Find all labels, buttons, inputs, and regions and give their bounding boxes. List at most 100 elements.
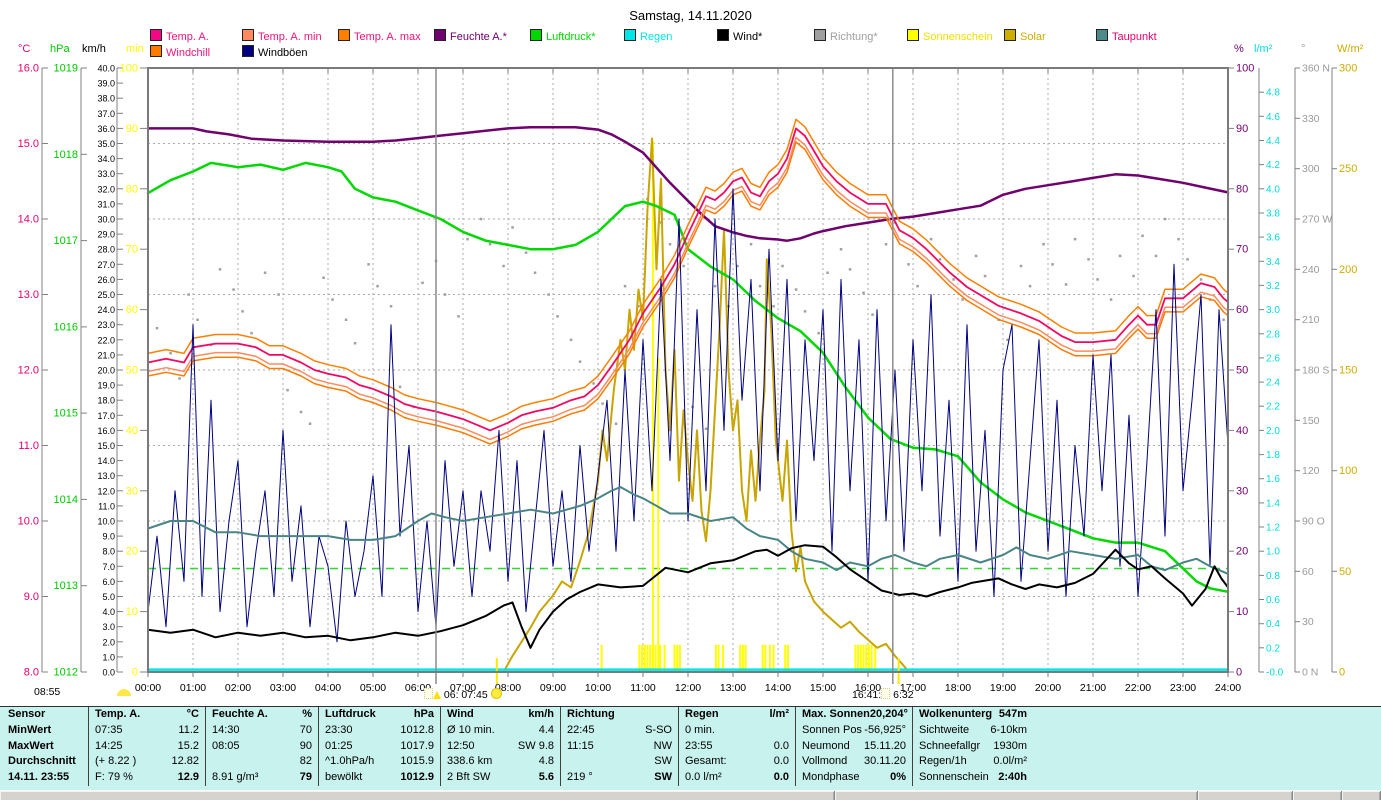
table-cell: 82 <box>205 754 318 771</box>
status-bar <box>0 790 1381 800</box>
svg-text:0.2: 0.2 <box>1266 643 1280 654</box>
cell-value: 70 <box>299 723 312 736</box>
svg-text:240: 240 <box>1302 264 1320 276</box>
cell-value: 1015.9 <box>400 755 434 768</box>
svg-text:100: 100 <box>120 63 138 75</box>
table-cell: 12:50 SW 9.8 <box>440 738 560 755</box>
cell-time: 0.0 l/m² <box>685 771 722 784</box>
cell-value: 1012.8 <box>400 723 434 736</box>
cell-value: 15.11.20 <box>863 739 906 752</box>
svg-text:min: min <box>126 43 144 55</box>
cell-value: NW <box>653 739 672 752</box>
moonset-time: 6:32 <box>893 689 914 701</box>
table-cell: ^1.0hPa/h 1015.9 <box>318 754 440 771</box>
svg-text:35.0: 35.0 <box>97 139 115 149</box>
cell-time: Feuchte A. <box>212 708 268 720</box>
svg-text:1014: 1014 <box>54 494 78 506</box>
table-filler <box>1033 770 1381 786</box>
table-cell: Gesamt: 0.0 <box>678 754 795 771</box>
cell-time: Gesamt: <box>685 755 727 768</box>
svg-text:03:00: 03:00 <box>270 682 296 694</box>
svg-text:24.0: 24.0 <box>97 305 115 315</box>
cell-value: 0% <box>890 771 906 784</box>
table-cell: Regen l/m² <box>678 707 795 723</box>
cell-time: 01:25 <box>325 739 353 752</box>
svg-text:2.0: 2.0 <box>1266 426 1280 437</box>
svg-text:40: 40 <box>1236 425 1248 437</box>
cell-time: 12:50 <box>447 739 475 752</box>
cell-time: 0 min. <box>685 723 715 736</box>
svg-text:4.6: 4.6 <box>1266 112 1280 123</box>
cell-value: 30.11.20 <box>863 755 906 768</box>
cell-value: 0.0l/m² <box>993 755 1027 768</box>
cell-time: Mondphase <box>802 771 860 784</box>
svg-text:02:00: 02:00 <box>225 682 251 694</box>
svg-text:9.0: 9.0 <box>24 591 39 603</box>
cell-time: 2 Bft SW <box>447 771 491 784</box>
cell-time: 219 ° <box>567 771 593 784</box>
cell-value: -56,925° <box>864 723 906 736</box>
svg-text:37.0: 37.0 <box>97 109 115 119</box>
svg-text:2.4: 2.4 <box>1266 378 1280 389</box>
svg-text:°: ° <box>1301 43 1305 55</box>
svg-text:14.0: 14.0 <box>18 214 39 226</box>
table-cell: Vollmond 30.11.20 <box>795 754 912 771</box>
svg-text:16.0: 16.0 <box>18 63 39 75</box>
cell-value: 82 <box>299 755 312 768</box>
table-cell: 2 Bft SW 5.6 <box>440 770 560 786</box>
table-cell: Mondphase 0% <box>795 770 912 786</box>
cell-time: Regen <box>685 708 719 720</box>
svg-text:4.0: 4.0 <box>102 607 115 617</box>
cell-value: SW 9.8 <box>517 739 554 752</box>
cell-time: Ø 10 min. <box>447 723 495 736</box>
svg-text:9.0: 9.0 <box>102 532 115 542</box>
svg-text:W/m²: W/m² <box>1337 43 1364 55</box>
svg-text:12:00: 12:00 <box>675 682 701 694</box>
cell-time: (+ 8.22 ) <box>95 755 137 768</box>
cell-value: 0.0 <box>773 771 789 784</box>
svg-text:50: 50 <box>1339 566 1351 578</box>
svg-text:4.4: 4.4 <box>1266 136 1280 147</box>
svg-text:13:00: 13:00 <box>720 682 746 694</box>
svg-text:19.0: 19.0 <box>97 381 115 391</box>
svg-text:1012: 1012 <box>54 667 78 679</box>
table-filler <box>1033 754 1381 770</box>
svg-text:1017: 1017 <box>54 235 78 247</box>
svg-text:12.0: 12.0 <box>18 365 39 377</box>
svg-text:360 N: 360 N <box>1302 63 1330 75</box>
svg-text:04:00: 04:00 <box>315 682 341 694</box>
cell-time: Regen/1h <box>919 755 967 768</box>
table-cell: Neumond 15.11.20 <box>795 738 912 755</box>
svg-text:200: 200 <box>1339 264 1357 276</box>
table-cell: (+ 8.22 ) 12.82 <box>88 754 205 771</box>
svg-text:31.0: 31.0 <box>97 199 115 209</box>
svg-text:20: 20 <box>126 546 138 558</box>
cell-value: % <box>302 708 312 720</box>
svg-text:8.0: 8.0 <box>102 547 115 557</box>
sunrise-annotation: 06: 07:45 <box>424 688 502 701</box>
cell-value: 0.0 <box>773 755 789 768</box>
cell-time: Sonnenschein <box>919 771 989 784</box>
svg-text:11.0: 11.0 <box>18 440 39 452</box>
table-cell: 08:05 90 <box>205 738 318 755</box>
svg-text:1016: 1016 <box>54 321 78 333</box>
sunrise-arrow-icon <box>433 691 441 699</box>
row-label: MinWert <box>8 723 52 736</box>
cell-time: Richtung <box>567 708 615 720</box>
table-cell: Temp. A. °C <box>88 707 205 723</box>
table-cell: Richtung <box>560 707 678 723</box>
cell-time: Schneefallgr <box>919 739 981 752</box>
svg-text:60: 60 <box>1236 304 1248 316</box>
table-row: MinWert 07:35 11.2 14:30 70 23:30 1012.8 Ø 10 m… <box>0 722 1381 739</box>
sensor-summary-table: Sensor Temp. A. °C Feuchte A.% Luftdruck hPa W… <box>0 706 1381 791</box>
svg-text:30: 30 <box>1302 616 1314 628</box>
svg-text:3.6: 3.6 <box>1266 233 1280 244</box>
cell-time: 23:55 <box>685 739 713 752</box>
svg-text:0.0: 0.0 <box>102 668 115 678</box>
cell-value: l/m² <box>769 708 789 720</box>
table-filler <box>1033 739 1381 755</box>
svg-text:38.0: 38.0 <box>97 94 115 104</box>
svg-text:2.8: 2.8 <box>1266 329 1280 340</box>
cell-time: 8.91 g/m³ <box>212 771 259 784</box>
svg-text:4.2: 4.2 <box>1266 160 1280 171</box>
